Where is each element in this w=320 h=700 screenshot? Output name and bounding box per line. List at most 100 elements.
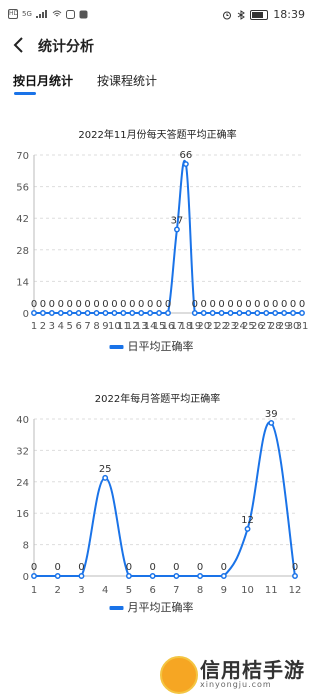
data-label: 66 <box>179 150 192 161</box>
data-label: 0 <box>126 562 132 573</box>
x-tick-label: 6 <box>75 321 81 332</box>
data-label: 0 <box>218 299 224 310</box>
tab-bar: 按日月统计 按课程统计 <box>0 68 315 96</box>
data-label: 0 <box>129 299 135 310</box>
data-label: 0 <box>84 299 90 310</box>
y-tick-label: 0 <box>23 572 29 583</box>
status-bar: HD 5G 18:39 <box>0 0 315 30</box>
data-point <box>191 310 198 316</box>
data-point <box>209 310 216 316</box>
data-label: 0 <box>40 299 46 310</box>
legend-swatch <box>109 345 124 349</box>
x-tick-label: 1 <box>31 585 37 596</box>
data-point <box>125 573 132 579</box>
data-label: 0 <box>197 562 203 573</box>
data-point <box>218 310 225 316</box>
data-point <box>173 226 180 233</box>
data-point <box>129 310 136 316</box>
data-point <box>93 310 100 316</box>
chart-daily: 014284256701 2 3 4 5 6 7 8 9 10111213141516171819… <box>16 150 309 353</box>
y-tick-label: 0 <box>23 309 29 320</box>
data-label: 0 <box>173 562 179 573</box>
data-label: 0 <box>201 299 207 310</box>
app-icon <box>79 10 88 18</box>
chevron-left-icon <box>13 37 23 53</box>
data-point <box>281 310 288 316</box>
data-point <box>156 310 163 316</box>
data-label: 0 <box>156 299 162 310</box>
chart2-title: 2022年每月答题平均正确率 <box>94 394 221 405</box>
x-tick-label: 7 <box>84 321 90 332</box>
data-label: 0 <box>111 299 117 310</box>
data-label: 0 <box>49 299 55 310</box>
y-tick-label: 70 <box>16 151 29 162</box>
data-point <box>54 573 61 579</box>
data-label: 0 <box>292 562 298 573</box>
status-left-icons: HD 5G <box>8 9 88 19</box>
legend-label: 日平均正确率 <box>128 339 194 353</box>
data-point <box>220 573 227 579</box>
data-label: 0 <box>102 299 108 310</box>
data-label: 0 <box>165 299 171 310</box>
data-point <box>102 474 109 481</box>
hd-icon: HD <box>8 9 19 19</box>
x-tick-label: 12 <box>289 585 302 596</box>
watermark-text: 信用桔手游 <box>200 658 305 682</box>
battery-icon <box>250 9 269 20</box>
status-right: 18:39 <box>222 8 305 21</box>
data-point <box>102 310 109 316</box>
x-tick-label: 2 <box>55 585 61 596</box>
data-point <box>299 310 305 316</box>
x-tick-label: 8 <box>93 321 99 332</box>
data-point <box>244 525 251 532</box>
data-point <box>263 310 270 316</box>
data-point <box>57 310 64 316</box>
tab-by-course[interactable]: 按课程统计 <box>97 72 157 89</box>
data-label: 0 <box>31 299 37 310</box>
data-point <box>245 310 252 316</box>
data-label: 0 <box>299 299 305 310</box>
x-tick-label: 4 <box>102 585 108 596</box>
data-point <box>197 573 204 579</box>
watermark: 信用桔手游 xinyongju.com <box>160 650 310 696</box>
data-label: 37 <box>171 215 184 226</box>
tab-indicator <box>14 92 36 95</box>
x-tick-label: 4 <box>58 321 64 332</box>
x-tick-label: 2 <box>40 321 46 332</box>
y-tick-label: 14 <box>16 277 29 288</box>
data-label: 0 <box>149 562 155 573</box>
chart-monthly: 08162432401 2 3 4 5 6 7 8 9 10 11 120 0 0250 0 0 0 012390… <box>16 410 302 614</box>
data-point <box>120 310 127 316</box>
data-label: 0 <box>209 299 215 310</box>
data-point <box>254 310 261 316</box>
data-label: 39 <box>265 410 278 420</box>
series-line <box>34 159 302 314</box>
data-label: 25 <box>99 464 112 475</box>
data-point <box>236 310 243 316</box>
data-label: 0 <box>272 299 278 310</box>
data-label: 0 <box>55 562 61 573</box>
data-label: 0 <box>58 299 64 310</box>
data-point <box>84 310 91 316</box>
page-title: 统计分析 <box>38 39 94 55</box>
x-tick-label: 6 <box>149 585 155 596</box>
data-point <box>200 310 207 316</box>
data-point <box>75 310 82 316</box>
data-label: 0 <box>227 299 233 310</box>
data-label: 0 <box>245 299 251 310</box>
data-point <box>149 573 156 579</box>
data-point <box>78 573 85 579</box>
x-tick-label: 8 <box>197 585 203 596</box>
tab-by-day-month[interactable]: 按日月统计 <box>13 72 73 89</box>
data-point <box>39 310 46 316</box>
x-tick-label: 5 <box>126 585 132 596</box>
chart1-title: 2022年11月份每天答题平均正确率 <box>78 130 237 141</box>
data-point <box>292 573 298 579</box>
data-point <box>111 310 118 316</box>
data-label: 12 <box>241 515 254 526</box>
data-point <box>272 310 279 316</box>
x-tick-label: 31 <box>296 321 309 332</box>
back-button[interactable] <box>8 33 32 57</box>
y-tick-label: 56 <box>16 183 29 194</box>
data-label: 0 <box>290 299 296 310</box>
